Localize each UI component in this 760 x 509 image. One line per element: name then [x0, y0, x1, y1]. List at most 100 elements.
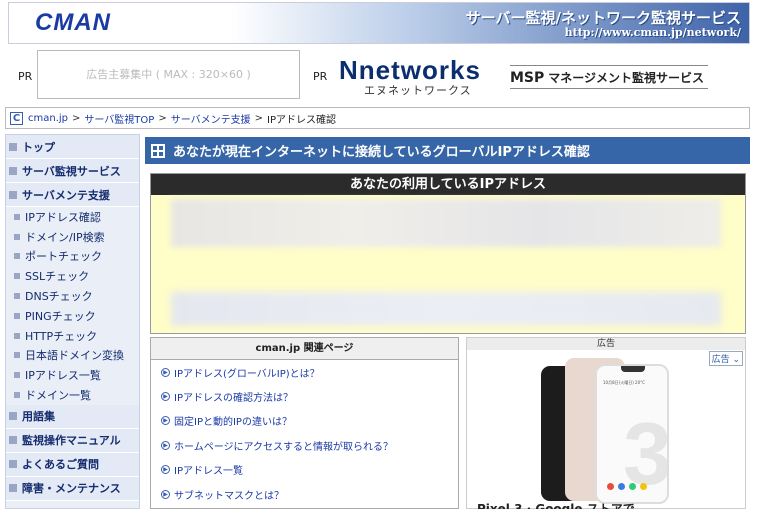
sidebar-item-trouble[interactable]: 障害・メンテナンス: [6, 476, 139, 501]
ip-panel-heading: あなたの利用しているIPアドレス: [151, 174, 745, 195]
phone-time: 10月8日(火曜日) 20°C: [603, 380, 645, 385]
app-icon: [607, 483, 614, 490]
ad-choices-tag[interactable]: 広告 ⌄: [708, 351, 743, 366]
sidebar-subitem-label: DNSチェック: [25, 290, 93, 304]
square-bullet-icon: [9, 190, 17, 199]
sidebar-item-label: よくあるご質問: [22, 458, 99, 472]
arrow-circle-icon: ▶: [161, 465, 170, 475]
arrow-circle-icon: ▶: [161, 367, 170, 377]
related-link-how-check[interactable]: ▶ IPアドレスの確認方法は？: [151, 384, 458, 408]
sidebar-subitem-label: IPアドレス一覧: [25, 369, 101, 383]
chevron-down-icon: ⌄: [732, 355, 740, 365]
sidebar-subitem-label: ポートチェック: [25, 250, 102, 264]
square-bullet-icon: [9, 460, 17, 469]
related-link-label: IPアドレス(グローバルIP)とは？: [174, 368, 320, 380]
sidebar-subitem-jp-domain[interactable]: 日本語ドメイン変換: [6, 346, 139, 366]
sidebar-item-label: 障害・メンテナンス: [22, 482, 121, 496]
related-link-what-is-ip[interactable]: ▶ IPアドレス(グローバルIP)とは？: [151, 360, 458, 384]
arrow-circle-icon: ▶: [161, 392, 170, 402]
ip-address-blurred: [171, 199, 721, 247]
ad-tag-label: 広告: [711, 355, 730, 365]
header-url: http://www.cman.jp/network/: [564, 26, 741, 39]
arrow-circle-icon: ▶: [161, 489, 170, 499]
pr-label: PR: [18, 70, 33, 83]
pr-label-2: PR: [313, 70, 328, 83]
related-link-static-dynamic[interactable]: ▶ 固定IPと動的IPの違いは？: [151, 409, 458, 433]
sidebar-subitem-ip-check[interactable]: IPアドレス確認: [6, 207, 139, 227]
related-pages-heading: cman.jp 関連ページ: [151, 338, 458, 360]
sidebar-item-label: 監視操作マニュアル: [22, 434, 121, 448]
msp-text: マネージメント監視サービス: [548, 71, 705, 85]
ip-details-blurred: [171, 292, 721, 326]
square-bullet-icon: [14, 273, 20, 280]
sidebar: トップ サーバ監視サービス サーバメンテ支援 IPアドレス確認 ドメイン/IP検…: [5, 134, 140, 509]
breadcrumb-link-cman[interactable]: cman.jp: [28, 113, 68, 124]
ad-panel[interactable]: 広告 広告 ⌄ 10月8日(火曜日) 20°C 3 Pixel 3 · Goog…: [466, 337, 746, 509]
breadcrumb-link-server-top[interactable]: サーバ監視TOP: [84, 111, 154, 126]
square-bullet-icon: [14, 392, 20, 399]
breadcrumb-current: IPアドレス確認: [267, 114, 336, 126]
page-title-bar: あなたが現在インターネットに接続しているグローバルIPアドレス確認: [145, 137, 750, 164]
app-icon: [640, 483, 647, 490]
breadcrumb-separator: >: [158, 112, 167, 124]
square-bullet-icon: [14, 372, 20, 379]
breadcrumb-separator: >: [72, 112, 81, 124]
header-tagline: サーバー監視/ネットワーク監視サービス: [465, 9, 741, 27]
sidebar-subitem-label: ドメイン一覧: [25, 389, 91, 403]
related-pages-panel: cman.jp 関連ページ ▶ IPアドレス(グローバルIP)とは？ ▶ IPアドレ…: [150, 337, 459, 509]
sidebar-subitem-domain-ip[interactable]: ドメイン/IP検索: [6, 227, 139, 247]
ip-address-panel: あなたの利用しているIPアドレス: [150, 173, 746, 334]
related-link-info-taken[interactable]: ▶ ホームページにアクセスすると情報が取られる？: [151, 433, 458, 457]
sidebar-item-label: トップ: [22, 140, 55, 154]
breadcrumb: C cman.jp > サーバ監視TOP > サーバメンテ支援 > IPアドレス…: [5, 107, 750, 129]
sidebar-subitem-label: PINGチェック: [25, 309, 96, 323]
sidebar-item-faq[interactable]: よくあるご質問: [6, 452, 139, 477]
sidebar-item-top[interactable]: トップ: [6, 135, 139, 159]
sidebar-subitem-http[interactable]: HTTPチェック: [6, 326, 139, 346]
cman-logo[interactable]: CMAN: [35, 9, 111, 37]
site-header: CMAN サーバー監視/ネットワーク監視サービス http://www.cman…: [8, 2, 750, 44]
sidebar-subitem-ping[interactable]: PINGチェック: [6, 306, 139, 326]
cman-icon: C: [10, 111, 23, 125]
sidebar-subitem-ssl[interactable]: SSLチェック: [6, 266, 139, 286]
sidebar-subitem-dns[interactable]: DNSチェック: [6, 286, 139, 306]
sidebar-item-maint[interactable]: サーバメンテ支援: [6, 183, 139, 207]
breadcrumb-link-maint[interactable]: サーバメンテ支援: [171, 111, 251, 126]
phone-big-digit: 3: [623, 404, 669, 503]
sidebar-subitem-label: IPアドレス確認: [25, 210, 101, 224]
related-link-label: IPアドレスの確認方法は？: [174, 393, 293, 405]
square-bullet-icon: [9, 142, 17, 151]
ad-heading: 広告: [467, 338, 745, 350]
breadcrumb-separator: >: [254, 112, 264, 124]
msp-banner[interactable]: MSP マネージメント監視サービス: [510, 65, 708, 89]
square-bullet-icon: [14, 352, 20, 359]
sidebar-subitem-domain-list[interactable]: ドメイン一覧: [6, 385, 139, 405]
related-link-ip-list[interactable]: ▶ IPアドレス一覧: [151, 458, 458, 482]
nnetworks-subtitle: エヌネットワークス: [364, 84, 472, 97]
phone-app-dots: [607, 483, 647, 490]
ad-placeholder-box[interactable]: 広告主募集中 ( MAX : 320×60 ): [37, 50, 300, 99]
app-icon: [629, 483, 636, 490]
square-bullet-icon: [14, 253, 20, 260]
ad-caption[interactable]: Pixel 3 · Google ストアで: [477, 500, 635, 509]
square-bullet-icon: [9, 484, 17, 493]
sidebar-item-label: 用語集: [22, 410, 55, 424]
related-link-label: ホームページにアクセスすると情報が取られる？: [174, 441, 393, 453]
related-link-label: サブネットマスクとは？: [174, 490, 284, 502]
related-link-subnet[interactable]: ▶ サブネットマスクとは？: [151, 482, 458, 506]
sidebar-item-server-monitor[interactable]: サーバ監視サービス: [6, 159, 139, 183]
sidebar-subitem-label: 日本語ドメイン変換: [25, 349, 124, 363]
page-title: あなたが現在インターネットに接続しているグローバルIPアドレス確認: [173, 145, 590, 160]
sidebar-item-label: サーバ監視サービス: [22, 164, 121, 178]
sidebar-item-label: サーバメンテ支援: [22, 188, 110, 202]
sidebar-subitem-port[interactable]: ポートチェック: [6, 247, 139, 267]
window-grid-icon: [151, 143, 165, 158]
msp-abbr: MSP: [510, 70, 545, 86]
square-bullet-icon: [14, 312, 20, 319]
sidebar-subitem-ip-list[interactable]: IPアドレス一覧: [6, 365, 139, 385]
arrow-circle-icon: ▶: [161, 440, 170, 450]
sidebar-item-glossary[interactable]: 用語集: [6, 404, 139, 429]
sidebar-subitem-label: HTTPチェック: [25, 329, 98, 343]
square-bullet-icon: [14, 213, 20, 220]
sidebar-item-manual[interactable]: 監視操作マニュアル: [6, 428, 139, 453]
